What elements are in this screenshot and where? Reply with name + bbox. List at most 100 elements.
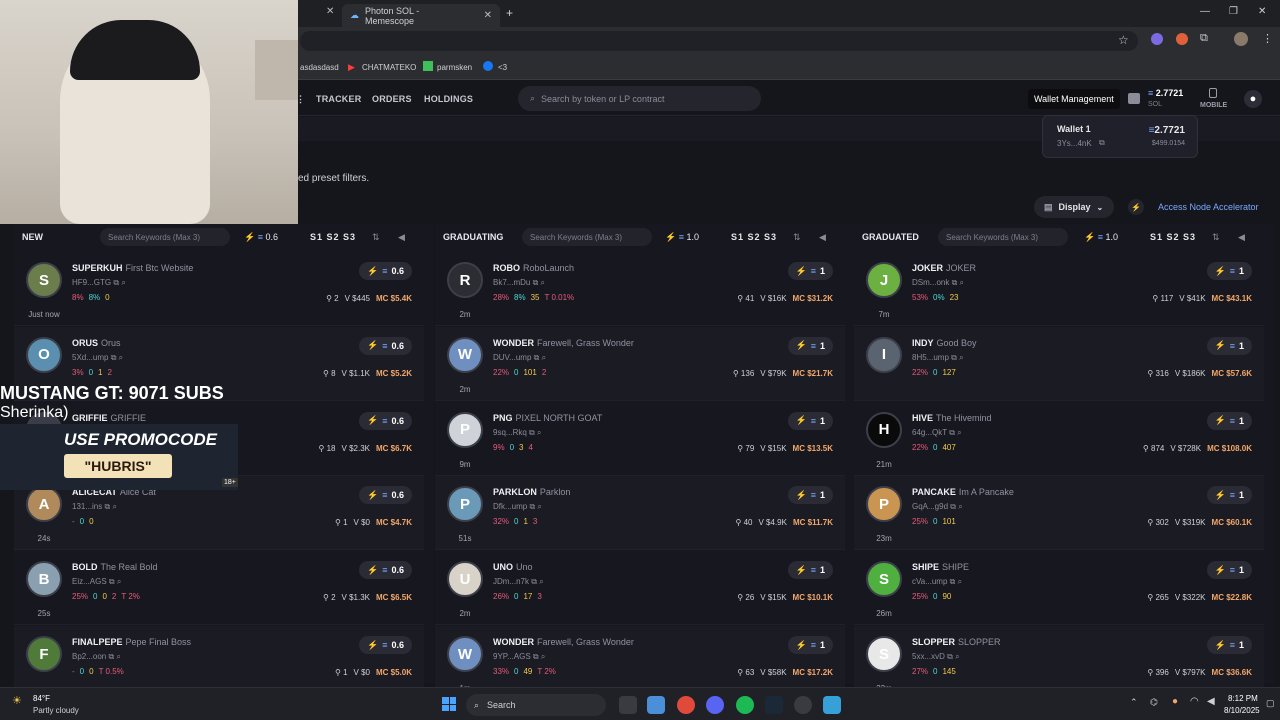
nav-holdings[interactable]: HOLDINGS [424, 94, 473, 104]
star-icon[interactable]: ☆ [1118, 33, 1129, 47]
token-row[interactable]: B 25s BOLD The Real Bold Eiz...AGS ⧉ ⌕ 25… [14, 551, 424, 626]
copy-icon[interactable]: ⧉ [108, 652, 114, 661]
url-field[interactable] [300, 31, 1138, 51]
search-icon[interactable]: ⌕ [112, 502, 116, 511]
access-node-link[interactable]: Access Node Accelerator [1158, 202, 1259, 212]
quick-buy-button[interactable]: ⚡ ≡ 1 [1206, 636, 1252, 654]
accelerator-icon[interactable]: ⚡ [1128, 199, 1144, 215]
token-row[interactable]: S 26m SHIPE SHIPE cVa...ump ⧉ ⌕ 25% 0 90 … [854, 551, 1264, 626]
search-icon[interactable]: ⌕ [959, 353, 963, 362]
search-icon[interactable]: ⌕ [958, 502, 962, 511]
nav-tracker[interactable]: TRACKER [316, 94, 361, 104]
quick-buy-button[interactable]: ⚡ ≡ 0.6 [359, 411, 412, 430]
search-icon[interactable]: ⌕ [960, 278, 964, 287]
search-icon[interactable]: ⌕ [541, 652, 545, 661]
token-avatar[interactable]: S [866, 636, 902, 672]
copy-icon[interactable]: ⧉ [529, 502, 535, 511]
search-icon[interactable]: ⌕ [957, 428, 961, 437]
token-avatar[interactable]: S [866, 561, 902, 598]
token-avatar[interactable]: P [447, 411, 483, 448]
balance-display[interactable]: ≡ 2.7721 [1148, 88, 1183, 98]
close-window-icon[interactable]: ✕ [1258, 6, 1266, 17]
search-icon[interactable]: ⌕ [537, 428, 541, 437]
token-search-input[interactable]: ⌕ Search by token or LP contract [518, 86, 761, 111]
search-icon[interactable]: ⌕ [539, 577, 543, 586]
menu-icon[interactable]: ⋮ [1262, 32, 1273, 45]
quick-buy-button[interactable]: ⚡ ≡ 1 [1206, 262, 1252, 280]
token-row[interactable]: P 51s PARKLON Parklon Dfk...ump ⧉ ⌕ 32% 0… [435, 476, 845, 551]
new-tab-icon[interactable]: + [506, 6, 513, 20]
close-tab-icon[interactable]: ✕ [326, 6, 334, 17]
quick-buy-button[interactable]: ⚡ ≡ 1 [1206, 561, 1252, 580]
quick-buy-button[interactable]: ⚡ ≡ 1 [1206, 411, 1252, 430]
search-icon[interactable]: ⌕ [541, 278, 545, 287]
sliders-icon[interactable]: ⇅ [372, 232, 380, 243]
token-row[interactable]: P 23m PANCAKE Im A Pancake GqA...g9d ⧉ ⌕ … [854, 476, 1264, 551]
copy-icon[interactable]: ⧉ [950, 577, 956, 586]
sound-icon[interactable]: ◀ [1238, 232, 1245, 243]
quick-buy-button[interactable]: ⚡ ≡ 1 [1206, 486, 1252, 505]
discord-icon[interactable] [706, 696, 724, 714]
bookmark-item[interactable]: CHATMATEKO [362, 63, 416, 72]
quick-buy-button[interactable]: ⚡ ≡ 1 [1206, 336, 1252, 355]
sliders-icon[interactable]: ⇅ [793, 232, 801, 243]
copy-icon[interactable]: ⧉ [109, 577, 115, 586]
copy-icon[interactable]: ⧉ [950, 502, 956, 511]
token-avatar[interactable]: O [26, 336, 62, 373]
copy-icon[interactable]: ⧉ [947, 652, 953, 661]
copy-icon[interactable]: ⧉ [952, 278, 958, 287]
quick-buy-button[interactable]: ⚡ ≡ 1 [787, 636, 833, 654]
token-row[interactable]: W 2m WONDER Farewell, Grass Wonder DUV...… [435, 326, 845, 401]
task-view-icon[interactable] [619, 696, 637, 714]
copy-icon[interactable]: ⧉ [113, 278, 119, 287]
nav-orders[interactable]: ORDERS [372, 94, 412, 104]
quick-buy-button[interactable]: ⚡ ≡ 0.6 [359, 636, 412, 654]
search-icon[interactable]: ⌕ [537, 502, 541, 511]
display-button[interactable]: ▤ Display ⌄ [1034, 196, 1114, 218]
search-icon[interactable]: ⌕ [958, 577, 962, 586]
mobile-label[interactable]: MOBILE [1200, 102, 1227, 109]
notification-icon[interactable]: ▢ [1266, 698, 1275, 709]
search-icon[interactable]: ⌕ [116, 652, 120, 661]
copy-icon[interactable]: ⧉ [531, 577, 537, 586]
extension-icon[interactable] [1176, 33, 1188, 45]
token-avatar[interactable]: I [866, 336, 902, 373]
token-row[interactable]: R 2m ROBO RoboLaunch Bk7...mDu ⧉ ⌕ 28% 8%… [435, 252, 845, 326]
search-icon[interactable]: ⌕ [119, 353, 123, 362]
restore-icon[interactable]: ❐ [1229, 6, 1238, 17]
bookmark-item[interactable]: asdasdasd [300, 63, 339, 72]
copy-icon[interactable]: ⧉ [533, 652, 539, 661]
taskbar-search[interactable]: ⌕ Search [466, 694, 606, 716]
preset-chip[interactable]: ⚡ ≡ 1.0 [665, 232, 699, 243]
preset-chip[interactable]: ⚡ ≡ 1.0 [1084, 232, 1118, 243]
search-icon[interactable]: ⌕ [121, 278, 125, 287]
quick-buy-button[interactable]: ⚡ ≡ 1 [787, 262, 833, 280]
token-avatar[interactable]: W [447, 636, 483, 672]
token-row[interactable]: J 7m JOKER JOKER DSm...onk ⧉ ⌕ 53% 0% 23 … [854, 252, 1264, 326]
wallet-popup[interactable]: Wallet 1 3Ys...4nK ⧉ ≡2.7721 $499.0154 [1042, 115, 1198, 158]
token-row[interactable]: U 2m UNO Uno JDm...n7k ⧉ ⌕ 26% 0 17 3 ⚡ ≡ 1… [435, 551, 845, 626]
token-avatar[interactable]: A [26, 486, 62, 523]
wifi-icon[interactable]: ◠ [1190, 696, 1199, 707]
search-icon[interactable]: ⌕ [542, 353, 546, 362]
keyword-search-input[interactable]: Search Keywords (Max 3) [100, 228, 230, 246]
token-avatar[interactable]: R [447, 262, 483, 298]
sliders-icon[interactable]: ⇅ [1212, 232, 1220, 243]
token-avatar[interactable]: J [866, 262, 902, 298]
close-tab-icon[interactable]: ✕ [484, 10, 492, 21]
minimize-icon[interactable]: — [1200, 6, 1210, 17]
quick-buy-button[interactable]: ⚡ ≡ 1 [787, 411, 833, 430]
token-row[interactable]: P 9m PNG PIXEL NORTH GOAT 9sq...Rkq ⧉ ⌕ 9… [435, 402, 845, 476]
copy-icon[interactable]: ⧉ [533, 278, 539, 287]
token-avatar[interactable]: B [26, 561, 62, 598]
copy-icon[interactable]: ⧉ [104, 502, 110, 511]
avatar[interactable] [1234, 32, 1248, 46]
preset-chip[interactable]: ⚡ ≡ 0.6 [244, 232, 278, 243]
copy-icon[interactable]: ⧉ [534, 353, 540, 362]
token-avatar[interactable]: P [447, 486, 483, 523]
chevron-up-icon[interactable]: ⌃ [1130, 697, 1138, 708]
user-icon[interactable]: ● [1244, 90, 1262, 108]
mic-icon[interactable]: ● [1172, 696, 1178, 707]
token-avatar[interactable]: W [447, 336, 483, 373]
slot-selector[interactable]: S1 S2 S3 [310, 232, 356, 242]
